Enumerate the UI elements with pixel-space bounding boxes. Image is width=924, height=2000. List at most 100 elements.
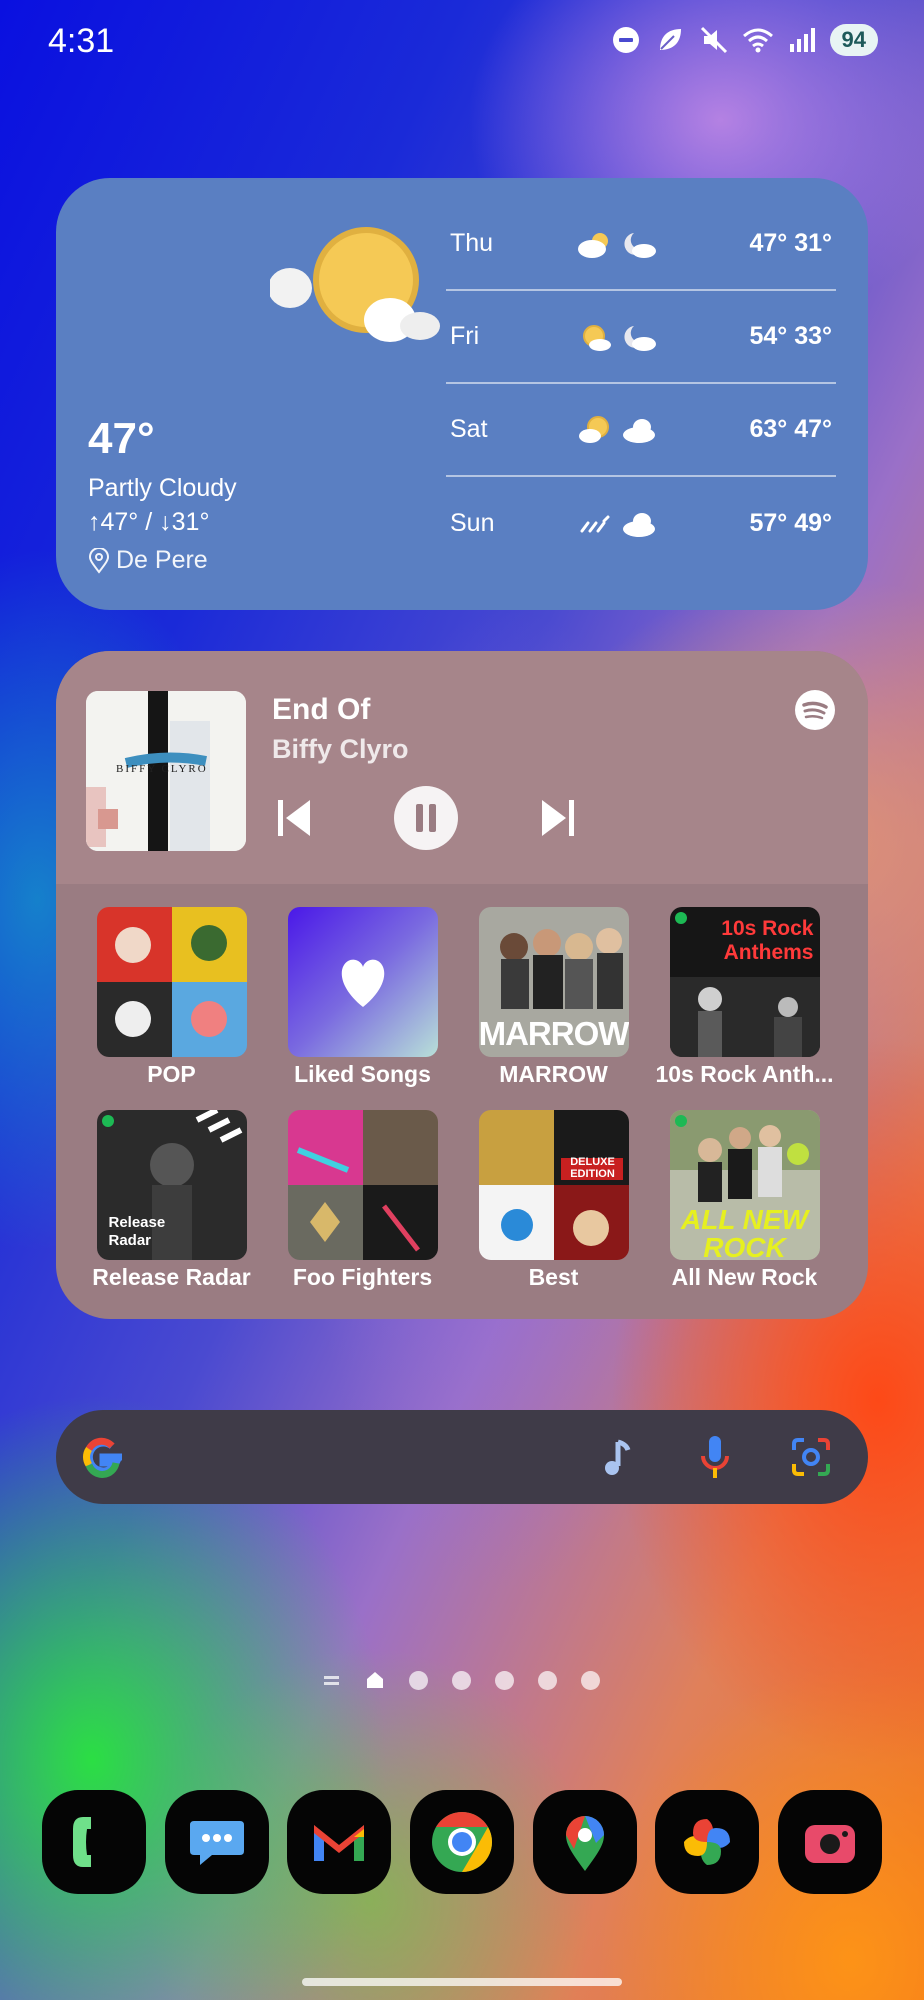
moon-cloud-icon — [624, 325, 656, 351]
camera-icon — [804, 1825, 855, 1863]
page-dot — [409, 1670, 428, 1690]
microphone-icon[interactable] — [692, 1432, 738, 1482]
track-title: End Of — [272, 693, 371, 726]
status-icons: 94 — [610, 24, 878, 56]
playlist-all-new-rock[interactable]: ALL NEW ROCK All New Rock — [649, 1110, 840, 1291]
forecast-day: Fri — [450, 322, 480, 350]
clock: 4:31 — [48, 22, 115, 60]
album-art-title: BIFFY CLYRO — [116, 763, 208, 775]
weather-location: De Pere — [88, 546, 208, 575]
moon-cloud-icon — [624, 232, 656, 258]
status-bar: 4:31 94 — [0, 0, 924, 86]
location-pin-icon — [88, 547, 110, 574]
chrome-icon — [431, 1812, 492, 1872]
gesture-home-bar[interactable] — [302, 1978, 622, 1986]
playlist-release-radar[interactable]: Release Radar Release Radar — [76, 1110, 267, 1291]
playlist-marrow[interactable]: MARROW MARROW — [458, 907, 649, 1088]
current-temperature: 47° — [88, 414, 155, 463]
pause-button[interactable] — [394, 786, 458, 850]
now-playing-section: BIFFY CLYRO End Of Biffy Clyro — [56, 651, 868, 884]
forecast-high-low: 57° 49° — [749, 509, 832, 537]
playlist-cover — [287, 1110, 438, 1260]
next-track-button[interactable] — [538, 796, 578, 840]
forecast-row: Sat 63° 47° — [446, 384, 836, 477]
playlist-label: 10s Rock Anth... — [655, 1061, 834, 1087]
cloud-icon — [623, 512, 655, 537]
menu-lines-icon — [324, 1675, 339, 1685]
playlist-cover — [96, 907, 247, 1057]
playlist-label: Release Radar — [92, 1264, 251, 1290]
playlist-label: MARROW — [499, 1061, 608, 1087]
forecast-day: Sun — [450, 509, 495, 537]
playlist-cover: 10s Rock Anthems — [669, 907, 820, 1057]
signal-icon — [789, 28, 815, 52]
forecast-row: Thu 47° 31° — [446, 198, 836, 291]
chrome-app[interactable] — [409, 1790, 514, 1894]
track-artist: Biffy Clyro — [272, 734, 409, 764]
heart-icon — [341, 959, 384, 1007]
playlist-cover: MARROW — [478, 907, 629, 1057]
forecast-day: Thu — [450, 229, 494, 257]
google-lens-icon[interactable] — [788, 1434, 834, 1480]
weather-widget[interactable]: 47° Partly Cloudy ↑47° / ↓31° De Pere Th… — [56, 178, 868, 610]
mute-icon — [700, 26, 727, 54]
spotify-icon[interactable] — [794, 689, 836, 731]
sun-cloud-icon — [579, 415, 609, 443]
forecast-list: Thu 47° 31° Fri 54° 33° Sat 63° 47° Sun … — [446, 198, 836, 570]
playlist-best[interactable]: DELUXE EDITION Best — [458, 1110, 649, 1291]
playlist-10s-rock-anthems[interactable]: 10s Rock Anthems 10s Rock Anth... — [649, 907, 840, 1088]
forecast-high-low: 54° 33° — [749, 322, 832, 350]
location-name: De Pere — [116, 546, 208, 574]
google-search-bar[interactable] — [56, 1410, 868, 1504]
messages-icon — [189, 1821, 244, 1865]
app-dock — [42, 1790, 882, 1894]
playlist-label: POP — [147, 1061, 196, 1087]
playlist-label: Best — [528, 1264, 579, 1290]
forecast-day: Sat — [450, 415, 488, 443]
playlist-cover: Release Radar — [96, 1110, 247, 1260]
page-dot — [538, 1670, 557, 1690]
gmail-app[interactable] — [287, 1790, 392, 1894]
page-dot — [495, 1670, 514, 1690]
battery-indicator: 94 — [829, 24, 878, 56]
phone-app[interactable] — [42, 1790, 146, 1894]
camera-app[interactable] — [777, 1790, 882, 1894]
do-not-disturb-icon — [612, 27, 639, 53]
messages-app[interactable] — [164, 1790, 269, 1894]
cover-text: ALL NEW ROCK — [680, 1204, 809, 1261]
partly-cloudy-icon — [270, 227, 440, 342]
album-art[interactable]: BIFFY CLYRO — [86, 691, 246, 851]
maps-app[interactable] — [532, 1790, 637, 1894]
page-indicator[interactable] — [322, 1670, 600, 1690]
playlist-pop[interactable]: POP — [76, 907, 267, 1088]
weather-condition: Partly Cloudy — [88, 474, 237, 502]
leaf-icon — [659, 29, 681, 50]
playlist-cover — [287, 907, 438, 1057]
forecast-high-low: 63° 47° — [749, 415, 832, 443]
wifi-icon — [742, 28, 773, 53]
forecast-high-low: 47° 31° — [749, 229, 832, 257]
pause-icon — [416, 804, 436, 832]
photos-app[interactable] — [655, 1790, 760, 1894]
cover-text: Release Radar — [108, 1214, 166, 1249]
music-search-icon[interactable] — [596, 1434, 642, 1480]
cover-text: 10s Rock Anthems — [721, 917, 814, 964]
sun-cloud-icon — [583, 324, 611, 351]
page-dot — [452, 1670, 471, 1690]
playlist-liked-songs[interactable]: Liked Songs — [267, 907, 458, 1088]
gmail-icon — [314, 1825, 365, 1861]
playlist-label: All New Rock — [671, 1264, 818, 1290]
cover-text: DELUXE EDITION — [570, 1156, 615, 1180]
rain-icon — [580, 515, 610, 532]
playlist-label: Foo Fighters — [292, 1264, 433, 1290]
playlist-label: Liked Songs — [294, 1061, 431, 1087]
phone-icon — [73, 1817, 91, 1867]
google-logo-icon — [83, 1437, 122, 1478]
playlist-foo-fighters[interactable]: Foo Fighters — [267, 1110, 458, 1291]
forecast-row: Sun 57° 49° — [446, 477, 836, 570]
home-page-icon — [367, 1672, 383, 1688]
page-dot — [581, 1670, 600, 1690]
music-player-widget: BIFFY CLYRO End Of Biffy Clyro POP Liked… — [56, 651, 868, 1319]
previous-track-button[interactable] — [274, 796, 314, 840]
maps-icon — [565, 1816, 604, 1871]
